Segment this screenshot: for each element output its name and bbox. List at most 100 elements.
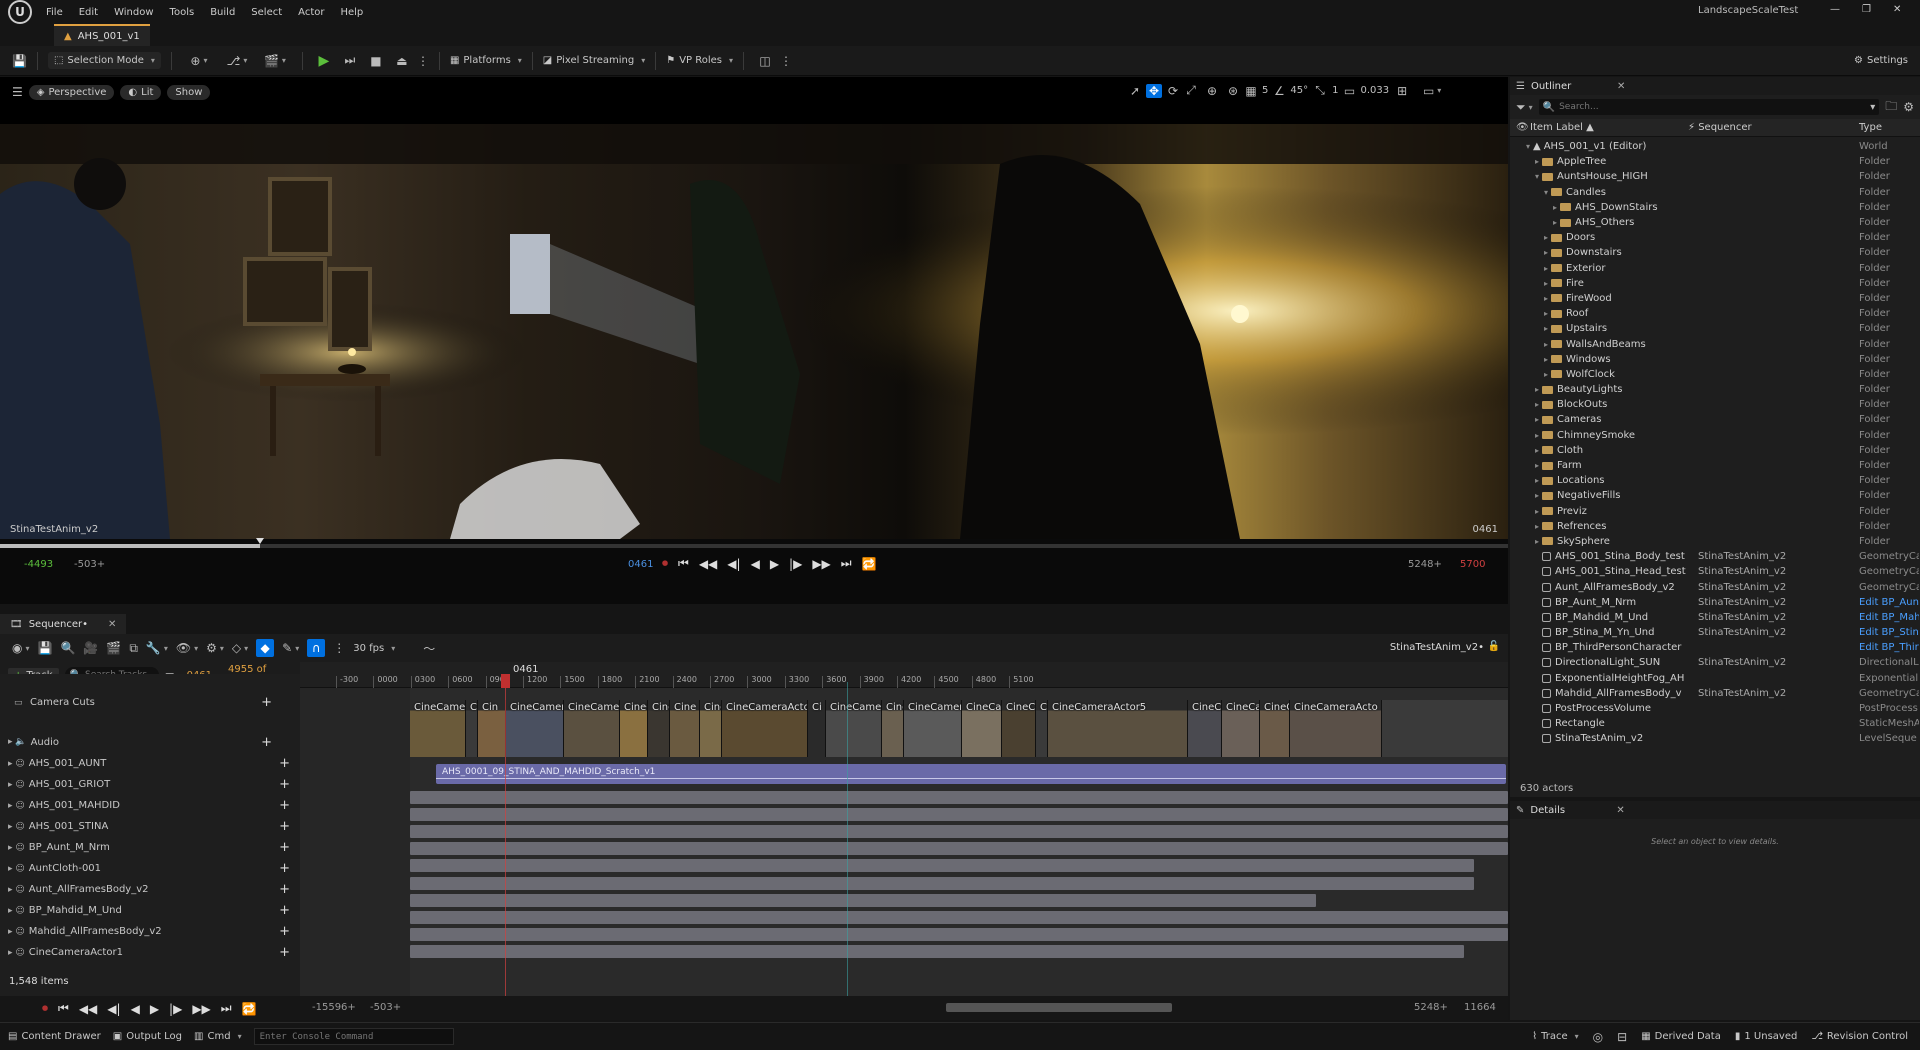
menu-item-help[interactable]: Help: [340, 7, 363, 18]
key-icon[interactable]: ◇: [232, 641, 248, 655]
skip-icon[interactable]: ⏭: [339, 53, 361, 68]
edit-options-icon[interactable]: ✎: [282, 641, 299, 655]
vp-roles-button[interactable]: ⚑ VP Roles: [666, 55, 733, 66]
stop-icon[interactable]: ■: [365, 54, 387, 68]
menu-item-actor[interactable]: Actor: [298, 7, 324, 18]
snap-magnet-icon[interactable]: ∩: [307, 639, 326, 657]
perspective-button[interactable]: ◈ Perspective: [28, 84, 115, 100]
track-row[interactable]: ▸ ☺ AHS_001_MAHDID +: [0, 795, 300, 816]
eject-icon[interactable]: ⏏: [391, 54, 413, 68]
lit-button[interactable]: ◐ Lit: [120, 84, 162, 100]
lock-icon[interactable]: 🔓: [1488, 641, 1500, 652]
expand-arrow-icon[interactable]: ▸: [1510, 233, 1551, 242]
track-section-bar[interactable]: [410, 859, 1474, 873]
sequencer-column[interactable]: ⚡ Sequencer: [1688, 122, 1752, 133]
move-tool-icon[interactable]: ✥: [1146, 83, 1162, 98]
track-row[interactable]: ▸ ☺ Mahdid_AllFramesBody_v2 +: [0, 921, 300, 942]
render-movie-icon[interactable]: 🎥: [83, 641, 98, 655]
settings-button[interactable]: ⚙ Settings: [1854, 55, 1908, 66]
camera-speed-value[interactable]: 0.033: [1360, 85, 1389, 96]
menu-item-select[interactable]: Select: [251, 7, 282, 18]
outliner-item-type[interactable]: Edit BP_Aun: [1859, 597, 1919, 608]
outliner-actor-row[interactable]: BP_Aunt_M_Nrm StinaTestAnim_v2 Edit BP_Aun: [1510, 595, 1920, 610]
record-status-icon[interactable]: ◎: [1593, 1030, 1603, 1044]
outliner-folder-row[interactable]: ▸ WolfClock Folder: [1510, 367, 1920, 382]
outliner-actor-row[interactable]: Rectangle StaticMeshA: [1510, 716, 1920, 731]
close-icon[interactable]: ✕: [1893, 4, 1901, 15]
track-row[interactable]: ▸ ☺ BP_Aunt_M_Nrm +: [0, 837, 300, 858]
range-end-limit[interactable]: 5700: [1460, 559, 1485, 570]
expand-arrow-icon[interactable]: ▾: [1510, 188, 1551, 197]
show-button[interactable]: Show: [167, 84, 211, 100]
add-content-icon[interactable]: ⊕: [182, 54, 216, 68]
expand-arrow-icon[interactable]: ▸: [1510, 355, 1551, 364]
item-label-column[interactable]: Item Label ▲: [1530, 122, 1594, 133]
expand-arrow-icon[interactable]: ▸: [1510, 522, 1542, 531]
menu-item-file[interactable]: File: [46, 7, 63, 18]
outliner-folder-row[interactable]: ▸ Roof Folder: [1510, 306, 1920, 321]
angle-snap-value[interactable]: 45°: [1290, 85, 1308, 96]
jump-start-icon[interactable]: ⏮: [678, 556, 689, 571]
outliner-actor-row[interactable]: BP_ThirdPersonCharacter Edit BP_Thir: [1510, 640, 1920, 655]
clapperboard-icon[interactable]: 🎬: [106, 641, 121, 655]
play-forward-icon[interactable]: ▶: [150, 1002, 159, 1016]
outliner-folder-row[interactable]: ▸ Doors Folder: [1510, 230, 1920, 245]
curve-editor-icon[interactable]: 〜: [423, 640, 435, 657]
viewport-layout-icon[interactable]: ▭: [1415, 84, 1449, 98]
reverse-play-icon[interactable]: ◀: [751, 557, 760, 571]
add-key-icon[interactable]: +: [279, 861, 290, 876]
find-asset-icon[interactable]: 🔍: [60, 641, 75, 655]
select-tool-icon[interactable]: ➚: [1128, 84, 1142, 98]
menu-item-build[interactable]: Build: [210, 7, 235, 18]
rotate-tool-icon[interactable]: ⟳: [1166, 84, 1180, 98]
cmd-dropdown[interactable]: ▥ Cmd: [194, 1031, 242, 1042]
outliner-folder-row[interactable]: ▸ Refrences Folder: [1510, 519, 1920, 534]
outliner-folder-row[interactable]: ▸ Windows Folder: [1510, 352, 1920, 367]
outliner-folder-row[interactable]: ▾ AuntsHouse_HIGH Folder: [1510, 169, 1920, 184]
track-section-bar[interactable]: [410, 842, 1508, 856]
track-section-bar[interactable]: [410, 808, 1508, 822]
outliner-folder-row[interactable]: ▸ Upstairs Folder: [1510, 321, 1920, 336]
outliner-folder-row[interactable]: ▸ Locations Folder: [1510, 473, 1920, 488]
scale-snap-icon[interactable]: ⤡: [1312, 83, 1328, 98]
outliner-folder-row[interactable]: ▸ BlockOuts Folder: [1510, 397, 1920, 412]
view-end-limit[interactable]: 11664: [1464, 1002, 1496, 1013]
expand-arrow-icon[interactable]: ▸: [1510, 537, 1542, 546]
track-row[interactable]: ▭ Camera Cuts +: [0, 674, 300, 731]
next-key-icon[interactable]: ▶▶: [812, 557, 830, 571]
outliner-folder-row[interactable]: ▸ Downstairs Folder: [1510, 245, 1920, 260]
menu-item-edit[interactable]: Edit: [79, 7, 98, 18]
outliner-folder-row[interactable]: ▸ BeautyLights Folder: [1510, 382, 1920, 397]
outliner-folder-row[interactable]: ▸ Cloth Folder: [1510, 443, 1920, 458]
visibility-column-icon[interactable]: 👁: [1516, 122, 1529, 133]
track-section-bar[interactable]: [410, 791, 1508, 804]
play-icon[interactable]: ▶: [313, 53, 335, 69]
add-key-icon[interactable]: +: [279, 924, 290, 939]
step-back-icon[interactable]: ◀|: [727, 557, 740, 571]
outliner-folder-row[interactable]: ▸ Fire Folder: [1510, 276, 1920, 291]
outliner-search-field[interactable]: 🔍 ▾: [1538, 99, 1880, 115]
track-row[interactable]: ▸ ☺ AHS_001_GRIOT +: [0, 774, 300, 795]
add-key-icon[interactable]: +: [279, 798, 290, 813]
auto-key-icon[interactable]: ◆: [256, 639, 275, 657]
chevron-down-icon[interactable]: ▾: [1870, 102, 1875, 113]
expand-arrow-icon[interactable]: ▾: [1510, 142, 1533, 151]
track-section-bar[interactable]: [410, 876, 1474, 890]
scale-tool-icon[interactable]: ⤢: [1184, 83, 1198, 98]
expand-arrow-icon[interactable]: ▸: [1510, 431, 1542, 440]
add-key-icon[interactable]: +: [279, 756, 290, 771]
add-key-icon[interactable]: +: [279, 819, 290, 834]
track-row[interactable]: ▸ ☺ AHS_001_AUNT +: [0, 753, 300, 774]
track-section-bar[interactable]: [410, 927, 1508, 941]
sequencer-timeline[interactable]: -300 0000 0300 0600 0900 1200 1500 1800 2100 2400…: [300, 662, 1508, 996]
next-key-icon[interactable]: ▶▶: [192, 1002, 210, 1016]
notification-icon[interactable]: ⊟: [1617, 1030, 1627, 1044]
outliner-folder-row[interactable]: ▸ WallsAndBeams Folder: [1510, 336, 1920, 351]
hierarchy-icon[interactable]: ⧉: [129, 641, 138, 656]
play-forward-icon[interactable]: ▶: [770, 557, 779, 571]
outliner-folder-row[interactable]: ▸ AppleTree Folder: [1510, 154, 1920, 169]
outliner-actor-row[interactable]: BP_Mahdid_M_Und StinaTestAnim_v2 Edit BP_M…: [1510, 610, 1920, 625]
jump-start-icon[interactable]: ⏮: [58, 1001, 69, 1016]
output-log-button[interactable]: ▣ Output Log: [113, 1031, 182, 1042]
track-row[interactable]: ▸ 🔈 Audio +: [0, 731, 300, 753]
